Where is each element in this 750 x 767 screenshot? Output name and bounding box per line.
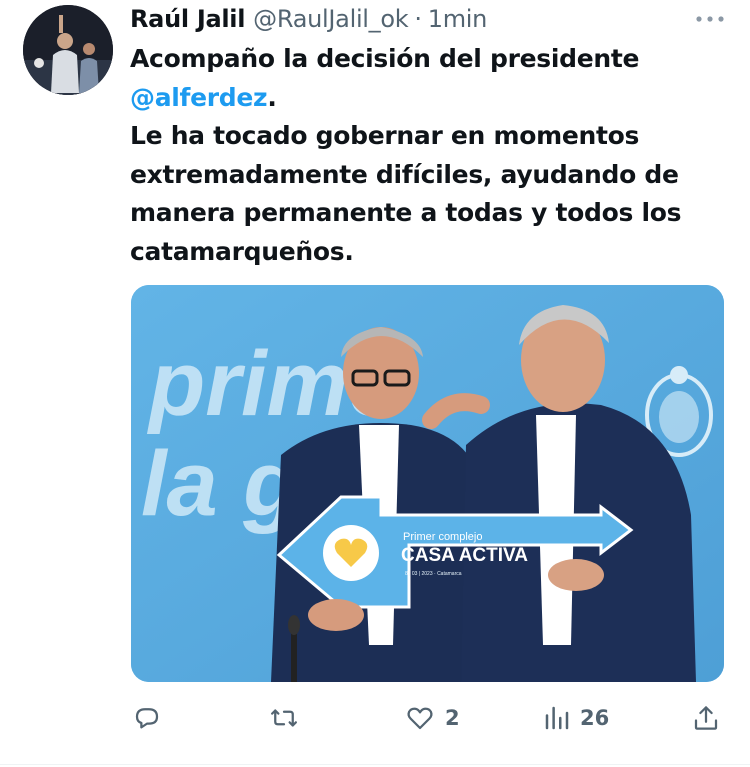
tweet-divider — [0, 764, 750, 765]
sign-date-text: 8 | 03 | 2023 · Catamarca — [405, 571, 462, 577]
mention-link[interactable]: @alferdez — [130, 83, 268, 112]
share-button[interactable] — [690, 700, 722, 736]
heart-icon — [407, 707, 433, 730]
author-name[interactable]: Raúl Jalil — [130, 5, 245, 33]
tweet-body: Le ha tocado gobernar en momentos extrem… — [130, 121, 682, 266]
media-photo: prime la g Primer complejo CASA ACTIVA 8… — [131, 285, 724, 682]
more-options-button[interactable] — [690, 8, 730, 30]
views-icon — [545, 706, 569, 730]
reply-icon — [135, 708, 159, 729]
like-count: 2 — [445, 706, 460, 730]
timestamp[interactable]: 1min — [428, 5, 488, 33]
backdrop-text-2: la g — [141, 433, 299, 535]
more-icon — [696, 16, 724, 22]
tweet-header: Raúl Jalil @RaulJalil_ok · 1min — [130, 4, 487, 34]
separator-dot: · — [414, 5, 422, 33]
like-button[interactable]: 2 — [403, 700, 460, 736]
tweet-text-suffix: . — [267, 82, 277, 112]
sign-small-text: Primer complejo — [403, 531, 482, 543]
avatar-photo — [23, 5, 113, 95]
views-button[interactable]: 26 — [542, 700, 609, 736]
sign-big-text: CASA ACTIVA — [401, 545, 528, 566]
share-icon — [694, 706, 718, 730]
retweet-icon — [271, 709, 297, 727]
retweet-button[interactable] — [265, 700, 303, 736]
tweet-line-1: Acompaño la decisión del presidente @alf… — [130, 40, 730, 117]
author-handle[interactable]: @RaulJalil_ok — [253, 5, 409, 33]
avatar[interactable] — [23, 5, 113, 95]
tweet-media[interactable]: prime la g Primer complejo CASA ACTIVA 8… — [131, 285, 724, 682]
reply-button[interactable] — [130, 700, 164, 736]
action-bar: 2 26 — [0, 700, 750, 736]
views-count: 26 — [580, 706, 610, 730]
tweet-text-prefix: Acompaño la decisión del presidente — [130, 44, 640, 73]
tweet-text: Acompaño la decisión del presidente @alf… — [130, 40, 730, 271]
